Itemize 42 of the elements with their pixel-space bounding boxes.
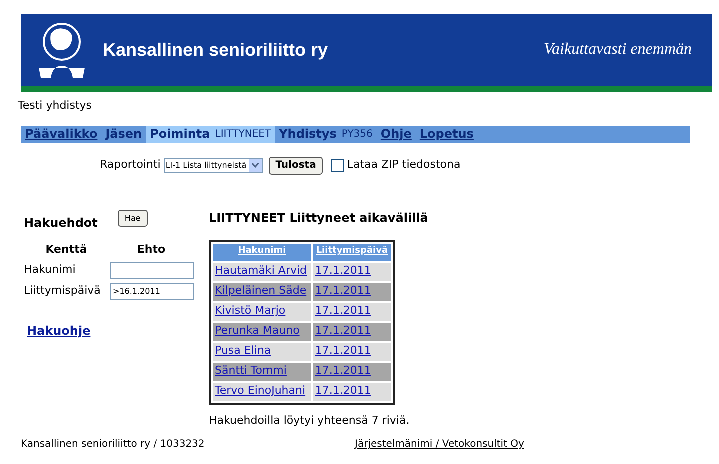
- field-label: Liittymispäivä: [24, 283, 102, 300]
- report-select[interactable]: LI-1 Lista liittyneistä: [164, 158, 263, 173]
- table-cell[interactable]: Kilpeläinen Säde: [213, 282, 312, 300]
- footer-link[interactable]: Järjestelmänimi / Vetokonsultit Oy: [355, 437, 524, 452]
- nav-item[interactable]: Ohje: [376, 126, 416, 142]
- input-field[interactable]: [110, 262, 194, 279]
- nav-item[interactable]: Päävalikko: [21, 126, 102, 142]
- dropdown-icon: [248, 159, 262, 172]
- table-cell[interactable]: 17.1.2011: [313, 362, 391, 380]
- table-cell[interactable]: Säntti Tommi: [213, 362, 312, 380]
- column-header: Kenttä: [44, 242, 88, 258]
- table-cell[interactable]: 17.1.2011: [313, 302, 391, 320]
- footer-organization: Kansallinen senioriliitto ry / 1033232: [21, 438, 206, 452]
- nav-item[interactable]: Poiminta LIITTYNEET: [146, 126, 276, 142]
- table-cell[interactable]: 17.1.2011: [313, 322, 391, 340]
- table-cell[interactable]: Hautamäki Arvid: [213, 262, 312, 280]
- table-cell[interactable]: Tervo EinoJuhani: [213, 382, 312, 400]
- table-cell[interactable]: Pusa Elina: [213, 342, 312, 360]
- criteria-title: Hakuehdot: [24, 214, 98, 232]
- organization-title: Kansallinen senioriliitto ry: [103, 38, 328, 62]
- table-cell[interactable]: 17.1.2011: [313, 282, 391, 300]
- nav-item[interactable]: Yhdistys PY356: [275, 126, 377, 142]
- table-cell[interactable]: 17.1.2011: [313, 382, 391, 400]
- column-header: Ehto: [136, 242, 167, 258]
- table-cell[interactable]: 17.1.2011: [313, 262, 391, 280]
- results-title: LIITTYNEET Liittyneet aikavälillä: [209, 210, 428, 226]
- zip-checkbox[interactable]: [331, 159, 344, 172]
- organization-name: Testi yhdistys: [18, 98, 92, 114]
- report-label: Raportointi: [100, 157, 161, 174]
- print-button[interactable]: Tulosta: [268, 156, 324, 174]
- search-button[interactable]: Hae: [118, 210, 148, 227]
- field-label: Hakunimi: [24, 262, 77, 278]
- help-link[interactable]: Hakuohje: [27, 322, 91, 340]
- table-cell[interactable]: 17.1.2011: [313, 342, 391, 360]
- input-field[interactable]: >16.1.2011: [110, 283, 194, 300]
- table-cell[interactable]: Perunka Mauno: [213, 322, 312, 340]
- nav-item[interactable]: Lopetus: [416, 126, 478, 142]
- nav-item[interactable]: Jäsen: [102, 126, 146, 142]
- table-cell[interactable]: Kivistö Marjo: [213, 302, 312, 320]
- zip-label: Lataa ZIP tiedostona: [347, 157, 461, 174]
- slogan: Vaikuttavasti enemmän: [544, 40, 692, 60]
- results-summary: Hakuehdoilla löytyi yhteensä 7 riviä.: [209, 412, 410, 428]
